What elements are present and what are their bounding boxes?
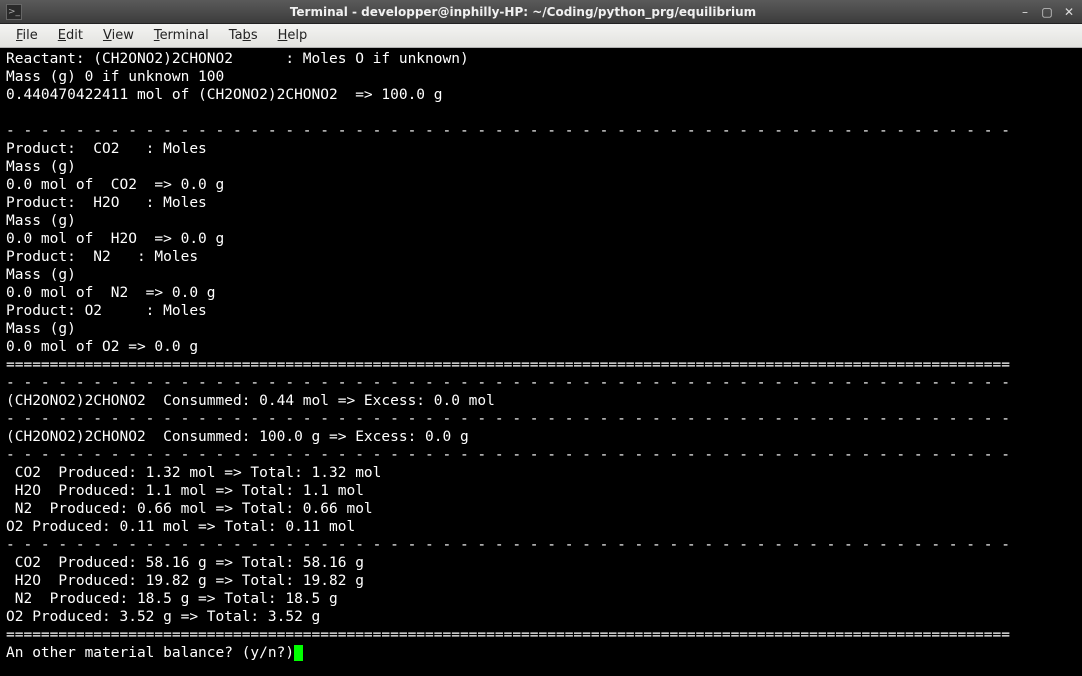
close-button[interactable]: ✕ <box>1062 5 1076 19</box>
menu-terminal-rest: erminal <box>160 28 209 43</box>
minimize-button[interactable]: – <box>1018 5 1032 19</box>
menu-view-rest: iew <box>112 28 134 43</box>
window-title: Terminal - developper@inphilly-HP: ~/Cod… <box>28 5 1018 19</box>
menu-edit-rest: dit <box>66 28 83 43</box>
menu-tabs-pre: Ta <box>229 28 243 43</box>
menu-file[interactable]: File <box>6 26 48 45</box>
menu-help-rest: elp <box>287 28 307 43</box>
terminal-output[interactable]: Reactant: (CH2ONO2)2CHONO2 : Moles O if … <box>0 48 1082 676</box>
menu-view[interactable]: View <box>93 26 144 45</box>
menu-help[interactable]: Help <box>268 26 318 45</box>
menu-edit[interactable]: Edit <box>48 26 93 45</box>
menu-tabs[interactable]: Tabs <box>219 26 268 45</box>
maximize-button[interactable]: ▢ <box>1040 5 1054 19</box>
cursor <box>294 645 303 661</box>
terminal-app-icon: >_ <box>6 4 22 20</box>
terminal-prompt: An other material balance? (y/n?) <box>6 645 294 661</box>
terminal-lines: Reactant: (CH2ONO2)2CHONO2 : Moles O if … <box>6 51 1010 643</box>
menu-terminal[interactable]: Terminal <box>144 26 219 45</box>
window-titlebar: >_ Terminal - developper@inphilly-HP: ~/… <box>0 0 1082 24</box>
menu-tabs-rest: s <box>251 28 258 43</box>
menu-file-rest: ile <box>23 28 38 43</box>
menubar: File Edit View Terminal Tabs Help <box>0 24 1082 48</box>
